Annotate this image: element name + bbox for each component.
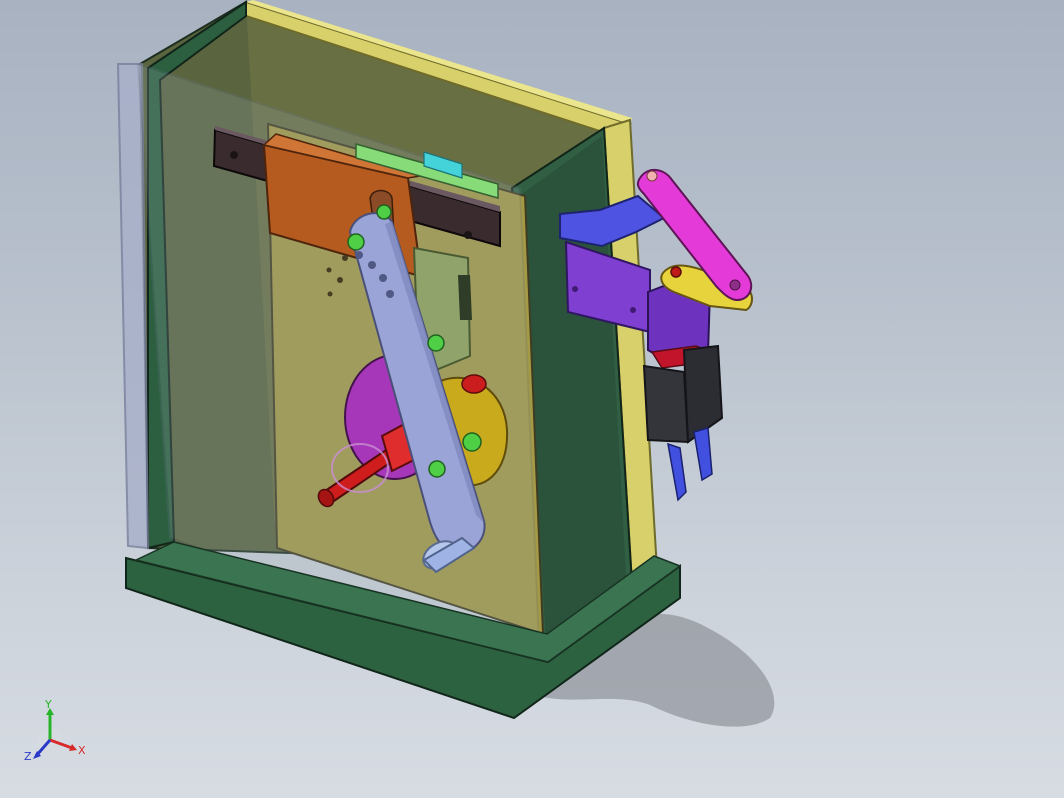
rail-bolt-right xyxy=(464,231,472,239)
pin-bottom xyxy=(428,460,446,478)
yellow-cam-hub xyxy=(461,374,487,394)
pin-upper-right xyxy=(376,204,392,220)
coordinate-triad: Y X Z xyxy=(24,700,86,763)
panel-hole-1 xyxy=(326,267,332,273)
finger-block-left xyxy=(642,364,690,444)
triad-z-label: Z xyxy=(24,750,32,763)
gripper-bolt xyxy=(572,286,578,292)
triad-x-label: X xyxy=(78,744,86,757)
gripper-finger-right xyxy=(693,427,713,482)
mechanical-assembly-model[interactable] xyxy=(0,0,1064,798)
panel-hole-2 xyxy=(337,277,343,283)
graphics-viewport[interactable]: Y X Z xyxy=(0,0,1064,798)
pin-mid xyxy=(427,334,445,352)
panel-hole-4 xyxy=(342,255,348,261)
link-hole-1 xyxy=(355,251,363,259)
pin-top xyxy=(347,233,365,251)
yellow-arm-pin xyxy=(670,266,682,278)
gripper-bolt-2 xyxy=(630,307,636,313)
pink-arm-bottom-pin xyxy=(729,279,741,291)
finger-block-right xyxy=(682,344,724,444)
center-bracket-slot xyxy=(458,275,472,320)
gripper-finger-left xyxy=(667,442,687,502)
link-hole-4 xyxy=(386,290,394,298)
triad-y-label: Y xyxy=(44,700,52,711)
pin-right xyxy=(462,432,482,452)
rail-bolt-left xyxy=(230,151,238,159)
panel-hole-3 xyxy=(327,291,333,297)
link-hole-2 xyxy=(368,261,376,269)
pink-arm-top-pin xyxy=(646,170,658,182)
link-hole-3 xyxy=(379,274,387,282)
